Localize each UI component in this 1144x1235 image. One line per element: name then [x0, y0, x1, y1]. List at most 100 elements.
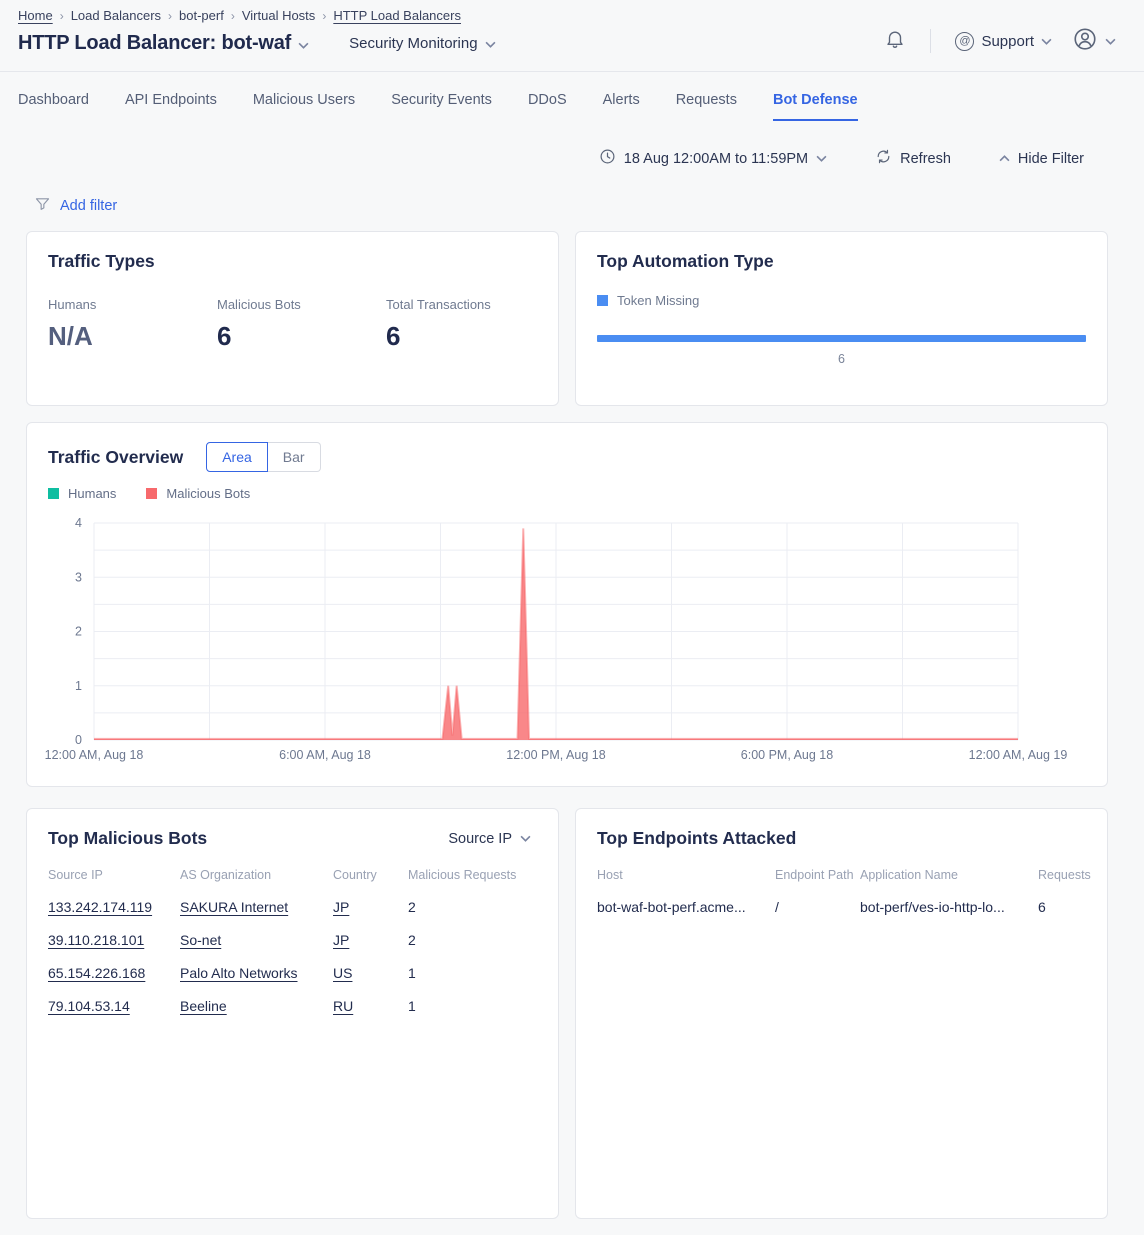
table-header: Host Endpoint Path Application Name Requ… [597, 868, 1086, 882]
column-source-ip: Source IP [48, 868, 180, 882]
tab-api-endpoints[interactable]: API Endpoints [125, 92, 217, 121]
svg-text:2: 2 [75, 625, 82, 639]
bot-defense-dashboard: Home › Load Balancers › bot-perf › Virtu… [0, 0, 1144, 1235]
host-value: bot-waf-bot-perf.acme... [597, 899, 775, 915]
automation-legend: Token Missing [597, 293, 1086, 308]
top-automation-type-title: Top Automation Type [597, 251, 1086, 272]
malicious-bots-label: Malicious Bots [166, 486, 250, 501]
group-by-selector[interactable]: Source IP [442, 830, 537, 848]
chevron-down-icon [520, 835, 531, 842]
table-header: Source IP AS Organization Country Malici… [48, 868, 537, 882]
column-host: Host [597, 868, 775, 882]
tab-bar: Dashboard API Endpoints Malicious Users … [0, 92, 1144, 121]
date-range-selector[interactable]: 18 Aug 12:00AM to 11:59PM [593, 147, 833, 170]
as-organization-link[interactable]: SAKURA Internet [180, 899, 288, 915]
traffic-overview-card: Traffic Overview Area Bar Humans Malicio… [26, 422, 1108, 787]
chevron-down-icon [816, 155, 827, 162]
stat-value: N/A [48, 321, 217, 352]
chevron-up-icon [999, 155, 1010, 162]
source-ip-link[interactable]: 79.104.53.14 [48, 998, 130, 1014]
breadcrumb-item-home[interactable]: Home [18, 8, 53, 23]
breadcrumb-separator: › [60, 9, 64, 23]
top-endpoints-attacked-card: Top Endpoints Attacked Host Endpoint Pat… [575, 808, 1108, 1219]
view-selector[interactable]: Security Monitoring [349, 35, 495, 52]
svg-text:4: 4 [75, 516, 82, 530]
tab-requests[interactable]: Requests [676, 92, 737, 121]
group-by-label: Source IP [448, 831, 512, 847]
column-requests: Requests [1038, 868, 1091, 882]
breadcrumb-separator: › [322, 9, 326, 23]
table-row: 79.104.53.14 Beeline RU 1 [48, 998, 537, 1014]
table-row: 133.242.174.119 SAKURA Internet JP 2 [48, 899, 537, 915]
traffic-overview-chart[interactable]: 0123412:00 AM, Aug 186:00 AM, Aug 1812:0… [48, 510, 1088, 768]
add-filter-button[interactable]: Add filter [60, 198, 117, 214]
endpoints-table: Host Endpoint Path Application Name Requ… [597, 868, 1086, 915]
endpoint-path-value: / [775, 899, 860, 915]
stat-label: Malicious Bots [217, 297, 386, 312]
as-organization-link[interactable]: Palo Alto Networks [180, 965, 298, 981]
top-automation-type-card: Top Automation Type Token Missing 6 [575, 231, 1108, 406]
support-menu[interactable]: @ Support [953, 30, 1054, 53]
toggle-bar-button[interactable]: Bar [268, 442, 321, 472]
stat-humans: Humans N/A [48, 297, 217, 352]
chevron-down-icon [1105, 38, 1116, 45]
humans-label: Humans [68, 486, 116, 501]
automation-bar[interactable] [597, 335, 1086, 342]
hide-filter-button[interactable]: Hide Filter [993, 150, 1090, 168]
clock-icon [599, 148, 616, 169]
stat-value: 6 [217, 321, 386, 352]
svg-text:0: 0 [75, 733, 82, 747]
toggle-area-button[interactable]: Area [206, 442, 268, 472]
account-menu[interactable] [1070, 24, 1118, 58]
malicious-requests-value: 1 [408, 965, 537, 981]
top-endpoints-attacked-title: Top Endpoints Attacked [597, 828, 1086, 849]
tab-dashboard[interactable]: Dashboard [18, 92, 89, 121]
country-link[interactable]: JP [333, 899, 349, 915]
stat-value: 6 [386, 321, 537, 352]
source-ip-link[interactable]: 39.110.218.101 [48, 932, 144, 948]
refresh-icon [875, 148, 892, 169]
chevron-down-icon [485, 35, 496, 52]
country-link[interactable]: RU [333, 998, 353, 1014]
svg-text:1: 1 [75, 679, 82, 693]
title-dropdown-caret-icon[interactable] [298, 36, 309, 52]
tab-ddos[interactable]: DDoS [528, 92, 567, 121]
breadcrumb-item-bot-perf: bot-perf [179, 8, 224, 23]
page-header: Home › Load Balancers › bot-perf › Virtu… [0, 0, 1144, 121]
filter-bar: 18 Aug 12:00AM to 11:59PM Refresh Hide F… [0, 121, 1144, 170]
top-malicious-bots-card: Top Malicious Bots Source IP Source IP A… [26, 808, 559, 1219]
requests-value: 6 [1038, 899, 1086, 915]
chevron-down-icon [1041, 38, 1052, 45]
support-icon: @ [955, 32, 974, 51]
source-ip-link[interactable]: 65.154.226.168 [48, 965, 145, 981]
breadcrumb-item-http-load-balancers[interactable]: HTTP Load Balancers [333, 8, 461, 23]
as-organization-link[interactable]: So-net [180, 932, 221, 948]
breadcrumb-separator: › [168, 9, 172, 23]
column-malicious-requests: Malicious Requests [408, 868, 537, 882]
malicious-requests-value: 2 [408, 932, 537, 948]
token-missing-label: Token Missing [617, 293, 699, 308]
malicious-requests-value: 2 [408, 899, 537, 915]
country-link[interactable]: US [333, 965, 352, 981]
column-country: Country [333, 868, 408, 882]
tab-bot-defense[interactable]: Bot Defense [773, 92, 858, 121]
traffic-types-card: Traffic Types Humans N/A Malicious Bots … [26, 231, 559, 406]
support-label: Support [981, 33, 1034, 50]
as-organization-link[interactable]: Beeline [180, 998, 227, 1014]
column-endpoint-path: Endpoint Path [775, 868, 860, 882]
tab-malicious-users[interactable]: Malicious Users [253, 92, 355, 121]
source-ip-link[interactable]: 133.242.174.119 [48, 899, 152, 915]
view-selector-label: Security Monitoring [349, 35, 477, 52]
breadcrumb: Home › Load Balancers › bot-perf › Virtu… [18, 8, 496, 23]
legend-humans[interactable]: Humans [48, 486, 116, 501]
malicious-bots-swatch [146, 488, 157, 499]
tab-alerts[interactable]: Alerts [603, 92, 640, 121]
refresh-button[interactable]: Refresh [869, 147, 957, 170]
tab-security-events[interactable]: Security Events [391, 92, 492, 121]
svg-text:3: 3 [75, 570, 82, 584]
notifications-button[interactable] [882, 26, 908, 56]
table-row: 65.154.226.168 Palo Alto Networks US 1 [48, 965, 537, 981]
legend-malicious-bots[interactable]: Malicious Bots [146, 486, 250, 501]
country-link[interactable]: JP [333, 932, 349, 948]
breadcrumb-separator: › [231, 9, 235, 23]
